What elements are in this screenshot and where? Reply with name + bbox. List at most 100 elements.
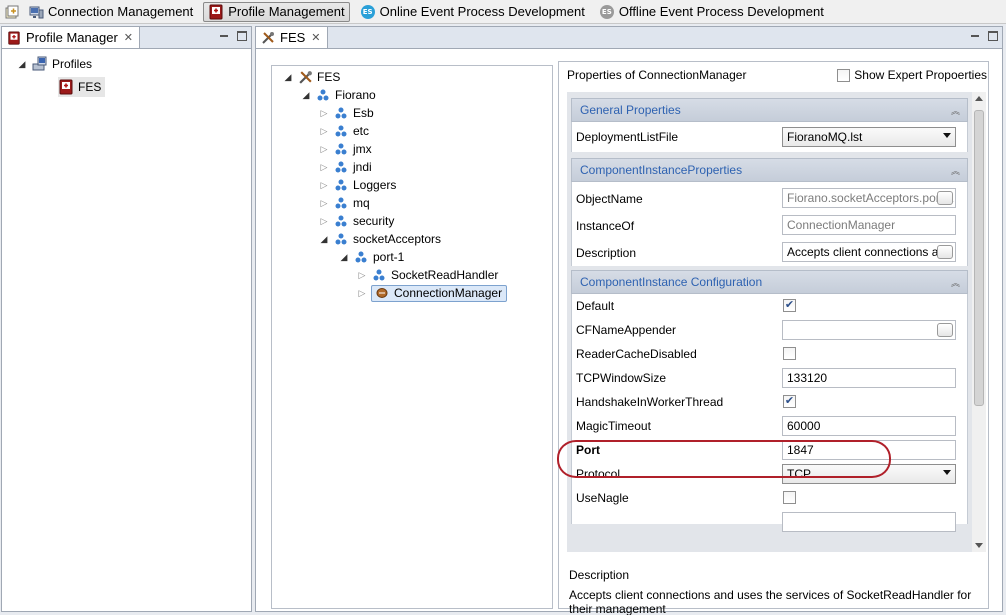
tree-item-port-1[interactable]: ◢ port-1 [338, 248, 405, 266]
tree-item-socketreadhandler[interactable]: ▷ SocketReadHandler [356, 266, 499, 284]
connection-icon [28, 4, 44, 20]
perspective-connection-management[interactable]: Connection Management [24, 2, 197, 22]
cfname-appender-field[interactable] [782, 320, 956, 340]
node-icon [333, 231, 349, 247]
property-label: UseNagle [576, 491, 629, 505]
tools-icon [297, 69, 313, 85]
open-perspective-icon[interactable] [4, 4, 20, 20]
perspective-offline-event-process[interactable]: ES Offline Event Process Development [595, 2, 828, 22]
properties-scroll-area[interactable]: General Properties ︽ DeploymentListFile … [567, 92, 972, 552]
expand-arrow-icon[interactable]: ◢ [282, 72, 294, 83]
collapse-arrow-icon[interactable]: ▷ [356, 270, 368, 281]
port-field[interactable]: 1847 [782, 440, 956, 460]
perspective-bar: Connection Management Profile Management… [0, 0, 1006, 24]
tree-label: SocketReadHandler [391, 268, 499, 282]
perspective-online-event-process[interactable]: ES Online Event Process Development [356, 2, 589, 22]
show-expert-toggle[interactable]: Show Expert Propoerties [837, 68, 987, 82]
node-icon [333, 213, 349, 229]
tree-item-mq[interactable]: ▷ mq [318, 194, 370, 212]
tree-label: mq [353, 196, 370, 210]
collapse-section-icon[interactable]: ︽ [951, 104, 960, 117]
handshake-worker-thread-checkbox[interactable]: ✔ [783, 395, 796, 408]
edit-ellipsis-button[interactable] [937, 245, 953, 259]
tree-item-fiorano[interactable]: ◢ Fiorano [300, 86, 376, 104]
object-name-field[interactable]: Fiorano.socketAcceptors.port-1 [782, 188, 956, 208]
tree-label: socketAcceptors [353, 232, 442, 246]
description-text: Accepts client connections and uses the … [569, 588, 972, 615]
scrollbar-thumb[interactable] [974, 110, 984, 406]
collapse-arrow-icon[interactable]: ▷ [318, 126, 330, 137]
collapse-arrow-icon[interactable]: ▷ [318, 144, 330, 155]
close-icon[interactable]: ✕ [124, 31, 133, 44]
tree-item-connectionmanager[interactable]: ▷ ConnectionManager [356, 284, 508, 302]
collapse-arrow-icon[interactable]: ▷ [318, 180, 330, 191]
scroll-down-arrow-icon[interactable] [975, 543, 983, 548]
tree-item-loggers[interactable]: ▷ Loggers [318, 176, 397, 194]
tree-label: port-1 [373, 250, 405, 264]
field-value: 60000 [787, 419, 821, 433]
tree-item-security[interactable]: ▷ security [318, 212, 395, 230]
edit-ellipsis-button[interactable] [937, 323, 953, 337]
maximize-button[interactable] [237, 31, 247, 41]
property-label: CFNameAppender [576, 323, 677, 337]
minimize-button[interactable] [219, 31, 229, 41]
collapse-arrow-icon[interactable]: ▷ [318, 216, 330, 227]
show-expert-checkbox[interactable] [837, 68, 851, 82]
tree-item-jmx[interactable]: ▷ jmx [318, 140, 372, 158]
expand-arrow-icon[interactable]: ◢ [338, 252, 350, 263]
reader-cache-disabled-checkbox[interactable] [783, 347, 796, 360]
tcp-window-size-field[interactable]: 133120 [782, 368, 956, 388]
collapse-section-icon[interactable]: ︽ [951, 164, 960, 177]
property-row: ReaderCacheDisabled [572, 342, 967, 366]
tab-fes[interactable]: FES ✕ [256, 27, 328, 48]
deployment-list-select[interactable]: FioranoMQ.lst [782, 127, 956, 147]
tree-item-profiles[interactable]: ◢ Profiles [16, 55, 92, 73]
next-field[interactable] [782, 512, 956, 532]
collapse-arrow-icon[interactable]: ▷ [318, 108, 330, 119]
section-general-properties[interactable]: General Properties ︽ [571, 98, 968, 122]
es-online-icon: ES [360, 4, 376, 20]
vertical-scrollbar[interactable] [972, 92, 986, 552]
collapse-arrow-icon[interactable]: ▷ [356, 288, 368, 299]
default-checkbox[interactable]: ✔ [783, 299, 796, 312]
section-component-instance-configuration[interactable]: ComponentInstance Configuration ︽ [571, 270, 968, 294]
select-value: FioranoMQ.lst [787, 130, 863, 144]
section-component-instance-properties[interactable]: ComponentInstanceProperties ︽ [571, 158, 968, 182]
close-icon[interactable]: ✕ [311, 31, 320, 44]
scroll-up-arrow-icon[interactable] [975, 96, 983, 101]
instance-of-field[interactable]: ConnectionManager [782, 215, 956, 235]
tree-item-fes[interactable]: FES [58, 77, 106, 97]
magic-timeout-field[interactable]: 60000 [782, 416, 956, 436]
expand-arrow-icon[interactable]: ◢ [318, 234, 330, 245]
expand-arrow-icon[interactable]: ◢ [16, 59, 28, 70]
show-expert-label: Show Expert Propoerties [854, 68, 987, 82]
protocol-select[interactable]: TCP [782, 464, 956, 484]
perspective-profile-management[interactable]: Profile Management [203, 1, 350, 22]
tree-item-esb[interactable]: ▷ Esb [318, 104, 374, 122]
tree-label: Loggers [353, 178, 397, 192]
maximize-button[interactable] [988, 31, 998, 41]
property-row: HandshakeInWorkerThread ✔ [572, 390, 967, 414]
minimize-button[interactable] [970, 31, 980, 41]
property-label: Port [576, 443, 600, 457]
expand-arrow-icon[interactable]: ◢ [300, 90, 312, 101]
profile-manager-view: Profile Manager ✕ ◢ Profiles FES [1, 26, 252, 612]
tree-label: FES [78, 80, 102, 94]
tree-item-jndi[interactable]: ▷ jndi [318, 158, 372, 176]
use-nagle-checkbox[interactable] [783, 491, 796, 504]
selected-tree-node[interactable]: ConnectionManager [371, 284, 508, 302]
description-field[interactable]: Accepts client connections and uses [782, 242, 956, 262]
property-row: CFNameAppender [572, 318, 967, 342]
collapse-arrow-icon[interactable]: ▷ [318, 162, 330, 173]
edit-ellipsis-button[interactable] [937, 191, 953, 205]
tree-item-socketacceptors[interactable]: ◢ socketAcceptors [318, 230, 442, 248]
description-panel: Description Accepts client connections a… [567, 562, 986, 615]
node-icon [315, 87, 331, 103]
section-title: ComponentInstance Configuration [580, 275, 763, 289]
collapse-arrow-icon[interactable]: ▷ [318, 198, 330, 209]
tree-item-etc[interactable]: ▷ etc [318, 122, 369, 140]
collapse-section-icon[interactable]: ︽ [951, 276, 960, 289]
tab-profile-manager[interactable]: Profile Manager ✕ [2, 27, 140, 48]
section-body-component: ObjectName Fiorano.socketAcceptors.port-… [571, 182, 968, 266]
tree-item-fes-root[interactable]: ◢ FES [282, 68, 341, 86]
